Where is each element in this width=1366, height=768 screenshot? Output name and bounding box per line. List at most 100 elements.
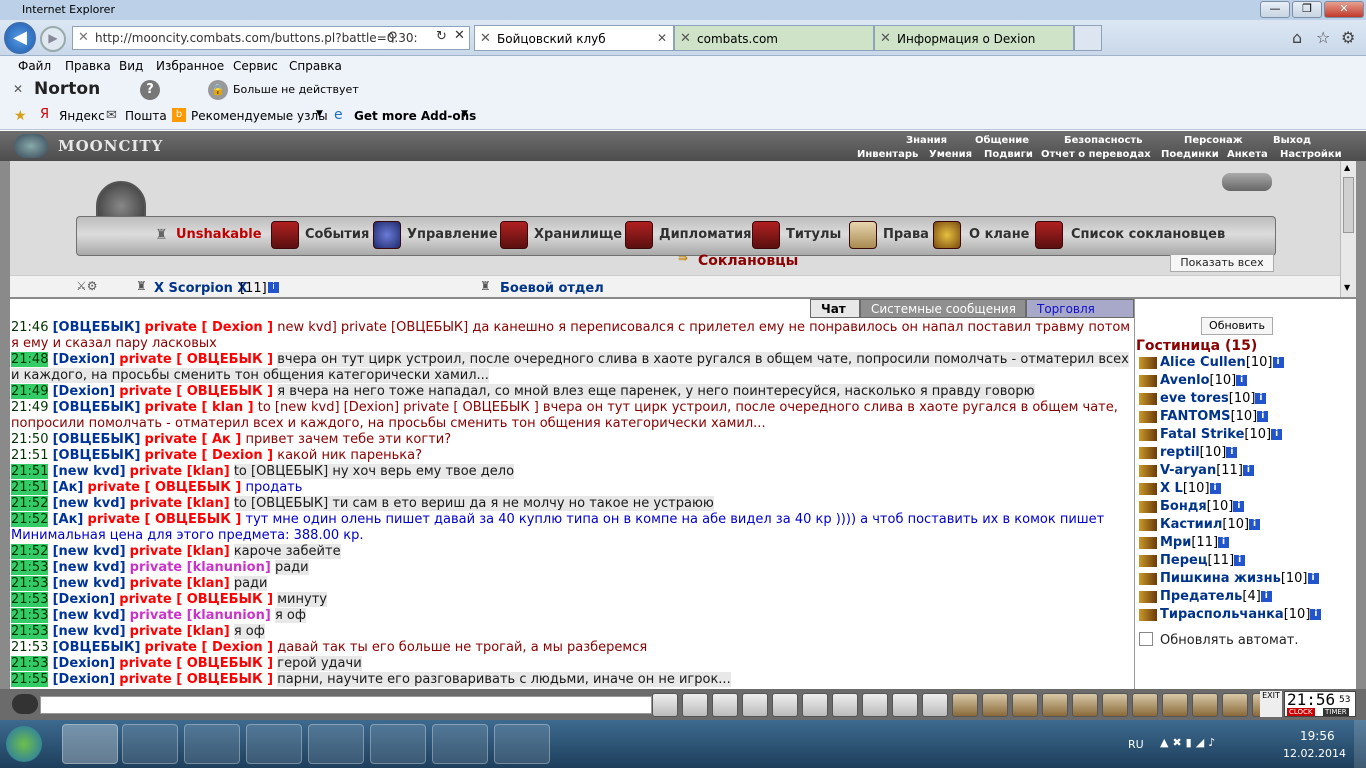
message-time[interactable]: 21:49 <box>11 400 48 415</box>
message-author[interactable]: [ОВЦЕБЫК] <box>53 320 141 335</box>
message-time[interactable]: 21:53 <box>11 656 49 671</box>
help-icon[interactable]: ? <box>140 80 160 100</box>
user-name[interactable]: Бондя <box>1160 499 1207 514</box>
mask-icon[interactable] <box>1072 693 1098 717</box>
bag-icon[interactable] <box>922 693 948 717</box>
message-private-to[interactable]: private [klan] <box>130 624 230 639</box>
user-name[interactable]: Пишкина жизнь <box>1160 571 1281 586</box>
app-taskbar-icon[interactable] <box>184 724 240 764</box>
message-private-to[interactable]: private [ ОВЦЕБЫК ] <box>119 592 273 607</box>
walk-icon[interactable] <box>772 693 798 717</box>
close-toolbar-icon[interactable]: ✕ <box>13 82 23 96</box>
message-private-to[interactable]: private [ ОВЦЕБЫК ] <box>119 352 273 367</box>
explorer-taskbar-icon[interactable] <box>246 724 302 764</box>
info-icon[interactable]: i <box>1271 429 1283 440</box>
message-author[interactable]: [ОВЦЕБЫК] <box>53 448 141 463</box>
user-name[interactable]: reptil <box>1160 445 1200 460</box>
restore-button[interactable]: ❐ <box>1292 1 1322 18</box>
user-name[interactable]: eve tores <box>1160 391 1229 406</box>
message-time[interactable]: 21:48 <box>11 352 49 367</box>
menu-favorites[interactable]: Избранное <box>156 59 224 73</box>
clan-menu-diplomacy[interactable]: Дипломатия <box>659 227 752 242</box>
map-icon[interactable] <box>1012 693 1038 717</box>
user-name[interactable]: Тираспольчанка <box>1160 607 1284 622</box>
link-achievements[interactable]: Подвиги <box>984 149 1033 160</box>
skull-icon[interactable] <box>1102 693 1128 717</box>
member-name[interactable]: X Scorpion X <box>154 281 247 296</box>
user-rank-icon[interactable] <box>1139 464 1157 477</box>
user-rank-icon[interactable] <box>1139 374 1157 387</box>
message-private-to[interactable]: private [klan] <box>130 576 230 591</box>
message-author[interactable]: [new kvd] <box>53 464 126 479</box>
message-time[interactable]: 21:52 <box>11 512 49 527</box>
message-time[interactable]: 21:52 <box>11 496 49 511</box>
letter-icon[interactable] <box>802 693 828 717</box>
message-author[interactable]: [Ак] <box>53 480 84 495</box>
message-author[interactable]: [new kvd] <box>53 544 126 559</box>
close-button[interactable]: ✕ <box>1324 1 1364 18</box>
link-exit[interactable]: Выход <box>1273 135 1311 146</box>
link-settings[interactable]: Настройки <box>1280 149 1342 160</box>
user-name[interactable]: Предатель <box>1160 589 1242 604</box>
tab-2[interactable]: ✕ combats.com <box>674 25 874 51</box>
link-transfer-report[interactable]: Отчет о переводах <box>1041 149 1151 160</box>
settings-gear-icon[interactable]: ⚙ <box>1341 28 1355 47</box>
message-time[interactable]: 21:49 <box>11 384 49 399</box>
photoshop-taskbar-icon[interactable] <box>308 724 364 764</box>
message-time[interactable]: 21:53 <box>11 640 48 655</box>
fav-yandex[interactable]: Яндекс <box>59 109 105 123</box>
send-icon[interactable] <box>652 693 678 717</box>
clan-menu-rights[interactable]: Права <box>883 227 929 242</box>
address-bar[interactable]: ✕ http://mooncity.combats.com/buttons.pl… <box>72 26 470 50</box>
user-rank-icon[interactable] <box>1139 410 1157 423</box>
info-icon[interactable]: i <box>1226 447 1238 458</box>
info-icon[interactable]: i <box>1234 555 1246 566</box>
scroll-icon[interactable] <box>1042 693 1068 717</box>
message-author[interactable]: [new kvd] <box>53 560 126 575</box>
info-icon[interactable]: i <box>1307 573 1319 584</box>
chat-mode-icon[interactable] <box>12 694 38 714</box>
message-private-to[interactable]: private [klan] <box>130 544 230 559</box>
menu-file[interactable]: Файл <box>18 59 51 73</box>
tray-icons[interactable]: ▲✖▮◢♪ <box>1160 736 1219 749</box>
clan-menu-management[interactable]: Управление <box>407 227 498 242</box>
info-icon[interactable]: i <box>1242 465 1254 476</box>
clan-menu-events[interactable]: События <box>305 227 369 242</box>
filter-icon[interactable] <box>712 693 738 717</box>
message-private-to[interactable]: private [ Ак ] <box>145 432 242 447</box>
link-profile[interactable]: Анкета <box>1227 149 1268 160</box>
user-rank-icon[interactable] <box>1139 482 1157 495</box>
user-name[interactable]: FANTOMS <box>1160 409 1231 424</box>
eraser-icon[interactable] <box>682 693 708 717</box>
user-rank-icon[interactable] <box>1139 590 1157 603</box>
message-private-to[interactable]: private [klan] <box>130 464 230 479</box>
media-player-taskbar-icon[interactable] <box>370 724 426 764</box>
user-name[interactable]: V-aryan <box>1160 463 1216 478</box>
link-knowledge[interactable]: Знания <box>906 135 947 146</box>
message-private-to[interactable]: private [ ОВЦЕБЫК ] <box>88 480 242 495</box>
message-private-to[interactable]: private [ ОВЦЕБЫК ] <box>88 512 242 527</box>
message-private-to[interactable]: private [ Dexion ] <box>145 448 274 463</box>
message-private-to[interactable]: private [ klan ] <box>145 400 254 415</box>
message-author[interactable]: [Dexion] <box>53 352 116 367</box>
scroll-up-icon[interactable]: ▲ <box>1344 163 1350 172</box>
message-author[interactable]: [Dexion] <box>53 384 116 399</box>
chest-icon[interactable] <box>1222 173 1272 191</box>
dropdown-arrow-icon[interactable]: ▼ <box>316 109 323 119</box>
info-icon[interactable]: i <box>1249 519 1261 530</box>
member-name[interactable]: Боевой отдел <box>500 281 604 296</box>
message-author[interactable]: [ОВЦЕБЫК] <box>53 432 141 447</box>
start-button[interactable] <box>6 726 42 762</box>
message-private-to[interactable]: private [ Dexion ] <box>145 320 274 335</box>
message-time[interactable]: 21:53 <box>11 576 49 591</box>
search-icon[interactable]: ⚲ <box>388 30 398 45</box>
message-time[interactable]: 21:46 <box>11 320 48 335</box>
speaker-icon[interactable] <box>832 693 858 717</box>
message-time[interactable]: 21:53 <box>11 608 49 623</box>
home-icon[interactable]: ⌂ <box>1292 28 1302 47</box>
fav-recommended[interactable]: Рекомендуемые узлы <box>191 109 328 123</box>
save-icon[interactable] <box>742 693 768 717</box>
pin-icon[interactable] <box>1192 693 1218 717</box>
message-time[interactable]: 21:52 <box>11 544 49 559</box>
clan-menu-members[interactable]: Список соклановцев <box>1071 227 1225 242</box>
